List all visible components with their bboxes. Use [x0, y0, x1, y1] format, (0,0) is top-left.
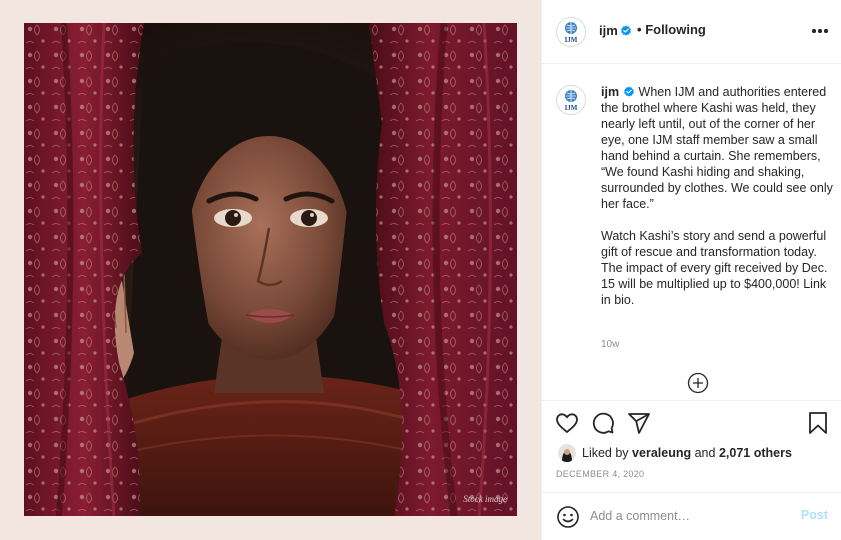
caption-area: IJM ijm When IJM and authorities entered… [542, 65, 841, 399]
liked-by-user[interactable]: veraleung [632, 446, 691, 460]
post-comment-button[interactable]: Post [801, 508, 828, 522]
verified-badge-icon [621, 25, 631, 36]
post-header: IJM ijm • Following [542, 0, 841, 64]
share-icon[interactable] [627, 411, 651, 435]
comment-icon[interactable] [591, 411, 615, 435]
follow-status[interactable]: • Following [637, 22, 706, 37]
ijm-logo-icon: IJM [565, 22, 578, 44]
comment-box: Post [542, 492, 841, 540]
heart-icon[interactable] [555, 411, 579, 435]
following-label: Following [645, 22, 706, 37]
user-avatar-icon [558, 444, 576, 462]
caption-author-avatar[interactable]: IJM [556, 85, 586, 115]
emoji-icon[interactable] [556, 505, 580, 529]
instagram-post: Stock image IJM ijm • Following IJM ijm … [0, 0, 841, 540]
ijm-logo-icon: IJM [565, 90, 578, 112]
post-photo[interactable]: Stock image [24, 23, 517, 516]
caption-username[interactable]: ijm [601, 85, 619, 99]
caption-paragraph-1: When IJM and authorities entered the bro… [601, 85, 833, 211]
likes-summary: Liked by veraleung and 2,071 others [558, 443, 792, 463]
caption-paragraph-2: Watch Kashi’s story and send a powerful … [601, 229, 828, 307]
stock-image-label: Stock image [463, 494, 507, 504]
more-options-icon[interactable] [808, 21, 832, 41]
post-caption: ijm When IJM and authorities entered the… [601, 84, 833, 308]
verified-badge-icon [624, 86, 634, 97]
portrait-illustration [24, 23, 517, 516]
svg-text:IJM: IJM [565, 104, 578, 112]
post-media-panel: Stock image [0, 0, 541, 540]
svg-text:IJM: IJM [565, 36, 578, 44]
author-username[interactable]: ijm [599, 23, 618, 38]
post-side-panel: IJM ijm • Following IJM ijm When IJM and… [541, 0, 841, 540]
and-text: and [694, 446, 716, 460]
bookmark-icon[interactable] [806, 411, 830, 435]
others-count[interactable]: 2,071 others [719, 446, 792, 460]
plus-circle-icon[interactable] [687, 372, 709, 394]
author-avatar[interactable]: IJM [556, 17, 586, 47]
comment-input[interactable] [590, 505, 790, 527]
caption-time-ago[interactable]: 10w [601, 339, 619, 350]
liker-avatar[interactable] [558, 444, 576, 462]
post-date[interactable]: DECEMBER 4, 2020 [556, 469, 644, 479]
liked-by-prefix: Liked by [582, 446, 629, 460]
separator-dot: • [637, 22, 642, 37]
